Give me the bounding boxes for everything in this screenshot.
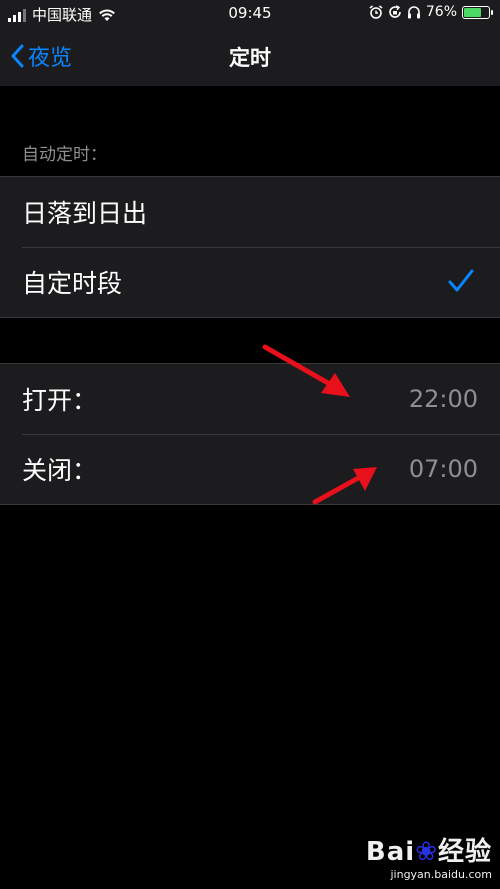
option-label: 自定时段 (22, 269, 123, 298)
orientation-lock-icon (389, 5, 401, 18)
option-sunset-to-sunrise[interactable]: 日落到日出 (0, 177, 500, 247)
checkmark-icon (448, 269, 474, 292)
turn-off-time-value: 07:00 (408, 455, 478, 483)
status-bar-right: 76% (369, 4, 493, 20)
paw-icon: ❀ (415, 837, 438, 867)
watermark-logo: Bai❀经验 (366, 831, 492, 868)
alarm-icon (369, 5, 383, 19)
turn-on-time-row[interactable]: 打开： 22:00 (0, 364, 500, 434)
option-label: 日落到日出 (22, 199, 148, 228)
baidu-jingyan-watermark: Bai❀经验 jingyan.baidu.com (366, 831, 492, 881)
option-custom-schedule[interactable]: 自定时段 (0, 247, 500, 317)
auto-schedule-group: 日落到日出 自定时段 (0, 176, 500, 318)
turn-on-time-value: 22:00 (408, 385, 478, 413)
status-bar: 中国联通 09:45 76% (0, 0, 500, 28)
annotation-arrow-icon (312, 467, 377, 505)
watermark-logo-text: Bai (365, 837, 416, 867)
watermark-site: jingyan.baidu.com (390, 868, 492, 881)
battery-percent: 76% (425, 4, 457, 20)
schedule-times-group: 打开： 22:00 关闭： 07:00 (0, 363, 500, 505)
watermark-logo-suffix: 经验 (437, 837, 492, 867)
annotation-arrow-icon (262, 344, 350, 397)
section-header-auto-schedule: 自动定时： (22, 145, 107, 165)
page-title: 定时 (229, 46, 271, 70)
navigation-bar: 夜览 定时 (0, 28, 500, 86)
turn-off-label: 关闭： (22, 456, 98, 485)
turn-off-time-row[interactable]: 关闭： 07:00 (0, 434, 500, 504)
headphones-icon (407, 6, 420, 19)
turn-on-label: 打开： (22, 386, 98, 415)
battery-charging-icon (462, 5, 493, 19)
